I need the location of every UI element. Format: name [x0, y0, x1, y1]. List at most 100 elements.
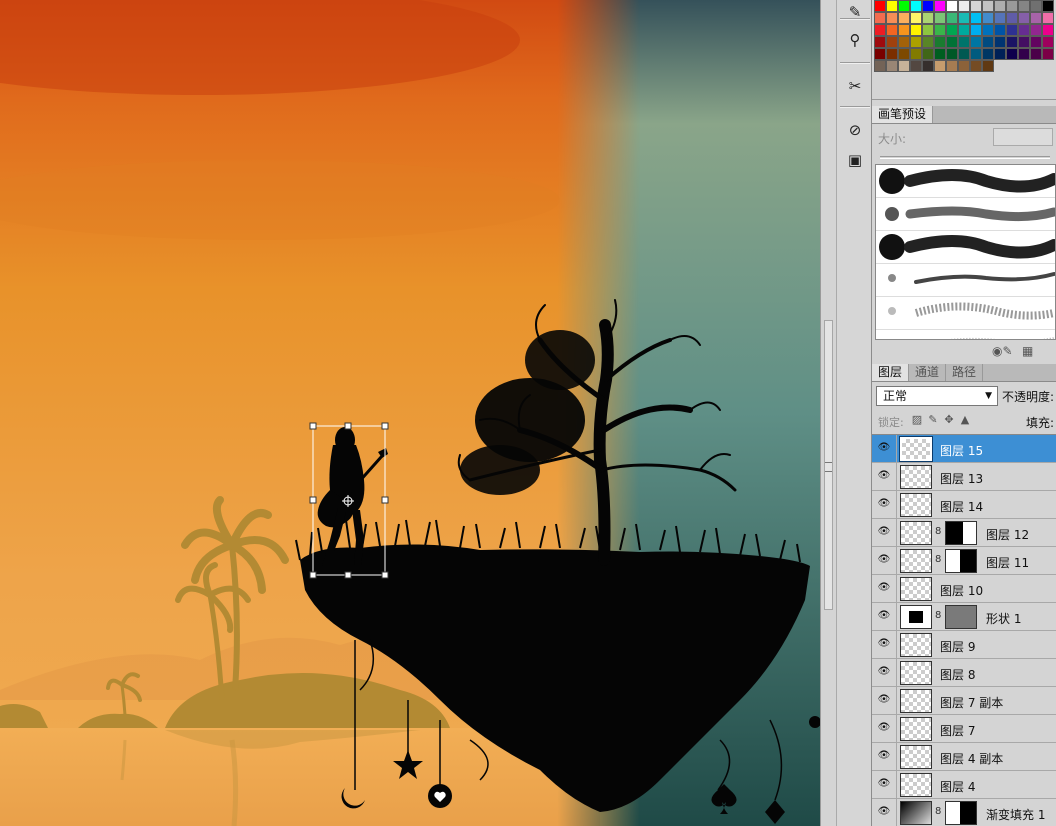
eye-icon[interactable]: 👁 — [877, 806, 891, 818]
color-swatch[interactable] — [958, 0, 970, 12]
color-swatch[interactable] — [934, 24, 946, 36]
layer-mask-thumbnail[interactable] — [945, 801, 977, 825]
layer-thumbnail[interactable] — [900, 633, 932, 657]
color-swatch[interactable] — [994, 24, 1006, 36]
brush-preset-list[interactable] — [875, 164, 1056, 340]
layer-row[interactable]: 👁 8 形状 1 — [872, 603, 1056, 631]
color-swatch[interactable] — [898, 24, 910, 36]
eye-icon[interactable]: 👁 — [877, 722, 891, 734]
layer-thumbnail[interactable] — [900, 521, 932, 545]
eye-icon[interactable]: 👁 — [877, 666, 891, 678]
color-swatch[interactable] — [886, 12, 898, 24]
brush-preset-item[interactable] — [876, 297, 1055, 330]
color-swatch[interactable] — [898, 36, 910, 48]
tab-layers[interactable]: 图层 — [872, 364, 910, 381]
color-swatch[interactable] — [886, 36, 898, 48]
brush-preset-item[interactable] — [876, 231, 1055, 264]
link-icon[interactable]: 8 — [935, 610, 941, 621]
layer-row[interactable]: 👁 8 渐变填充 1 — [872, 799, 1056, 826]
link-icon[interactable]: 8 — [935, 526, 941, 537]
layer-thumbnail[interactable] — [899, 436, 933, 462]
color-swatch[interactable] — [1006, 24, 1018, 36]
tab-paths[interactable]: 路径 — [946, 364, 984, 381]
color-swatch[interactable] — [958, 48, 970, 60]
layer-row[interactable]: 👁 图层 10 — [872, 575, 1056, 603]
color-swatch[interactable] — [958, 24, 970, 36]
eye-icon[interactable]: 👁 — [877, 582, 891, 594]
color-swatch[interactable] — [922, 60, 934, 72]
color-swatch[interactable] — [958, 12, 970, 24]
color-swatch[interactable] — [1018, 12, 1030, 24]
color-swatch[interactable] — [910, 36, 922, 48]
eye-icon[interactable]: 👁 — [877, 554, 891, 566]
color-swatch[interactable] — [1030, 24, 1042, 36]
color-swatch[interactable] — [922, 12, 934, 24]
color-swatch[interactable] — [886, 48, 898, 60]
color-swatch[interactable] — [934, 0, 946, 12]
color-swatch[interactable] — [946, 48, 958, 60]
brush-size-slider[interactable] — [880, 156, 1050, 159]
brush-size-input[interactable] — [993, 128, 1053, 146]
color-swatch[interactable] — [994, 36, 1006, 48]
color-swatch[interactable] — [994, 48, 1006, 60]
color-swatch[interactable] — [934, 60, 946, 72]
brush-preset-item[interactable] — [876, 198, 1055, 231]
color-swatch[interactable] — [874, 0, 886, 12]
color-swatch[interactable] — [1018, 0, 1030, 12]
link-icon[interactable]: 8 — [935, 806, 941, 817]
color-swatch[interactable] — [970, 12, 982, 24]
color-swatch[interactable] — [910, 0, 922, 12]
color-swatch[interactable] — [982, 0, 994, 12]
layer-thumbnail[interactable] — [900, 549, 932, 573]
document-canvas[interactable] — [0, 0, 820, 826]
brush-preset-item[interactable] — [876, 165, 1055, 198]
eye-icon[interactable]: 👁 — [877, 610, 891, 622]
layer-row[interactable]: 👁 图层 13 — [872, 463, 1056, 491]
layer-thumbnail[interactable] — [900, 465, 932, 489]
camera-icon[interactable]: ▣ — [843, 148, 867, 172]
layer-row[interactable]: 👁 图层 9 — [872, 631, 1056, 659]
blend-mode-select[interactable]: 正常 ▼ — [876, 386, 998, 406]
eye-icon[interactable]: 👁 — [877, 778, 891, 790]
color-swatch[interactable] — [898, 12, 910, 24]
color-swatch[interactable] — [934, 48, 946, 60]
color-swatch[interactable] — [1030, 12, 1042, 24]
layer-mask-thumbnail[interactable] — [945, 521, 977, 545]
color-swatch[interactable] — [970, 24, 982, 36]
layer-thumbnail[interactable] — [900, 577, 932, 601]
splitter-grip[interactable] — [825, 462, 832, 472]
usb-brush-icon[interactable]: ⚲ — [843, 28, 867, 52]
color-swatch[interactable] — [874, 60, 886, 72]
color-swatch[interactable] — [982, 12, 994, 24]
layer-row[interactable]: 👁 图层 8 — [872, 659, 1056, 687]
color-swatch[interactable] — [1018, 48, 1030, 60]
color-swatch[interactable] — [1030, 36, 1042, 48]
eye-icon[interactable]: 👁 — [877, 750, 891, 762]
color-swatch[interactable] — [934, 12, 946, 24]
color-swatch[interactable] — [910, 48, 922, 60]
color-swatch[interactable] — [970, 60, 982, 72]
color-swatch[interactable] — [970, 36, 982, 48]
eye-icon[interactable]: 👁 — [877, 526, 891, 538]
eye-icon[interactable]: 👁 — [877, 638, 891, 650]
color-swatch[interactable] — [946, 24, 958, 36]
layer-thumbnail[interactable] — [900, 605, 932, 629]
color-swatch[interactable] — [1018, 24, 1030, 36]
lock-pixels-icon[interactable]: ✎ — [926, 413, 940, 427]
layer-row[interactable]: 👁 图层 15 — [872, 435, 1056, 463]
color-swatch[interactable] — [1042, 0, 1054, 12]
brush-preset-item[interactable] — [876, 264, 1055, 297]
layer-thumbnail[interactable] — [900, 745, 932, 769]
layer-mask-thumbnail[interactable] — [945, 549, 977, 573]
color-swatch[interactable] — [982, 24, 994, 36]
color-swatch[interactable] — [1042, 36, 1054, 48]
link-icon[interactable]: 8 — [935, 554, 941, 565]
color-swatch[interactable] — [982, 36, 994, 48]
color-swatch[interactable] — [910, 12, 922, 24]
color-swatch[interactable] — [922, 0, 934, 12]
color-swatch[interactable] — [922, 24, 934, 36]
color-swatch[interactable] — [994, 12, 1006, 24]
eye-icon[interactable]: 👁 — [877, 442, 891, 454]
color-swatch[interactable] — [1030, 48, 1042, 60]
color-swatch[interactable] — [898, 48, 910, 60]
